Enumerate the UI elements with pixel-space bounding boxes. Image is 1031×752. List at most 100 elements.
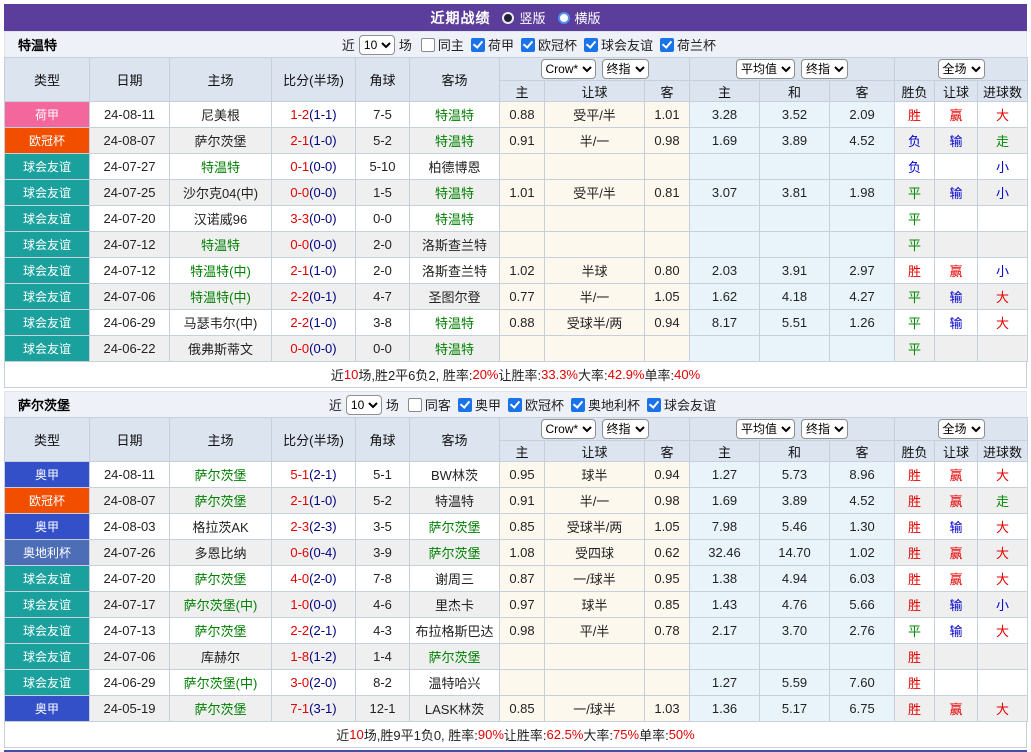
odds-home: 1.01 <box>500 180 545 206</box>
odds-home: 0.98 <box>500 618 545 644</box>
result-handicap: 赢 <box>935 540 978 566</box>
avg-draw: 3.52 <box>760 102 830 128</box>
avg-draw: 5.73 <box>760 462 830 488</box>
avg-source-select[interactable]: 平均值 <box>736 419 795 439</box>
home-team: 库赫尔 <box>170 644 272 670</box>
result-handicap <box>935 154 978 180</box>
home-team: 萨尔茨堡 <box>170 488 272 514</box>
avg-source-select[interactable]: 平均值 <box>736 59 795 79</box>
odds-source-select[interactable]: Crow* <box>541 59 596 79</box>
odds-handicap <box>545 154 645 180</box>
summary-segment: 大率: <box>583 725 613 744</box>
horizontal-radio-icon[interactable] <box>558 12 570 24</box>
odds-source-select[interactable]: 终指 <box>602 59 649 79</box>
league-checkbox[interactable] <box>647 398 661 412</box>
type-badge: 球会友谊 <box>5 566 90 592</box>
full-time-score: 2-3 <box>290 519 309 534</box>
avg-home: 1.38 <box>690 566 760 592</box>
avg-home <box>690 336 760 362</box>
odds-source-select[interactable]: Crow* <box>541 419 596 439</box>
odds-away: 0.94 <box>645 462 690 488</box>
odds-source-select[interactable]: 终指 <box>602 419 649 439</box>
home-team: 萨尔茨堡 <box>170 128 272 154</box>
result-wdl: 胜 <box>895 514 935 540</box>
odds-away: 0.85 <box>645 592 690 618</box>
league-checkbox[interactable] <box>584 38 598 52</box>
avg-home: 1.43 <box>690 592 760 618</box>
score: 2-1(1-0) <box>272 258 356 284</box>
odds-away: 0.94 <box>645 310 690 336</box>
full-time-score: 2-1 <box>290 133 309 148</box>
match-row: 球会友谊24-07-25沙尔克04(中)0-0(0-0)1-5特温特1.01受平… <box>5 180 1028 206</box>
result-wdl: 平 <box>895 310 935 336</box>
league-checkbox[interactable] <box>458 398 472 412</box>
scope-group: 全场 <box>895 418 1028 441</box>
league-label: 球会友谊 <box>664 395 716 414</box>
summary-segment: 20% <box>472 367 498 382</box>
same-venue-checkbox[interactable] <box>421 38 435 52</box>
sub-column-header: 让球 <box>935 81 978 102</box>
corners: 8-2 <box>356 670 410 696</box>
column-header: 主场 <box>170 418 272 462</box>
column-header: 日期 <box>90 418 170 462</box>
layout-option-horizontal[interactable]: 横版 <box>558 8 601 27</box>
avg-home: 1.69 <box>690 128 760 154</box>
avg-draw: 5.17 <box>760 696 830 722</box>
full-time-score: 0-0 <box>290 341 309 356</box>
away-team: 洛斯查兰特 <box>410 232 500 258</box>
recent-results-panel: 近期战绩 竖版 横版 特温特近10场同主荷甲欧冠杯球会友谊荷兰杯类型日期主场比分… <box>4 4 1027 752</box>
vertical-radio-icon[interactable] <box>502 12 514 24</box>
home-team: 萨尔茨堡(中) <box>170 592 272 618</box>
league-checkbox[interactable] <box>521 38 535 52</box>
full-time-score: 1-8 <box>290 649 309 664</box>
odds-handicap: 半球 <box>545 258 645 284</box>
filter-bar: 近10场同主荷甲欧冠杯球会友谊荷兰杯 <box>340 35 718 55</box>
avg-source-select[interactable]: 终指 <box>801 59 848 79</box>
avg-draw <box>760 154 830 180</box>
avg-home <box>690 232 760 258</box>
match-date: 24-07-26 <box>90 540 170 566</box>
full-time-score: 1-0 <box>290 597 309 612</box>
odds-handicap <box>545 644 645 670</box>
result-goals: 大 <box>978 102 1028 128</box>
same-venue-checkbox[interactable] <box>408 398 422 412</box>
league-checkbox[interactable] <box>508 398 522 412</box>
avg-home <box>690 206 760 232</box>
summary-segment: 75% <box>613 727 639 742</box>
corners: 12-1 <box>356 696 410 722</box>
corners: 2-0 <box>356 232 410 258</box>
odds-home <box>500 644 545 670</box>
odds-away <box>645 644 690 670</box>
match-row: 球会友谊24-06-29马瑟韦尔(中)2-2(1-0)3-8特温特0.88受球半… <box>5 310 1028 336</box>
avg-away: 6.03 <box>830 566 895 592</box>
scope-select[interactable]: 全场 <box>938 419 985 439</box>
match-date: 24-08-03 <box>90 514 170 540</box>
avg-source-select[interactable]: 终指 <box>801 419 848 439</box>
avg-home: 1.62 <box>690 284 760 310</box>
league-checkbox[interactable] <box>471 38 485 52</box>
type-badge: 奥甲 <box>5 462 90 488</box>
summary-segment: 单率: <box>639 725 669 744</box>
score: 1-8(1-2) <box>272 644 356 670</box>
avg-home: 1.27 <box>690 670 760 696</box>
avg-draw: 3.89 <box>760 128 830 154</box>
league-checkbox[interactable] <box>571 398 585 412</box>
corners: 3-8 <box>356 310 410 336</box>
odds-away <box>645 154 690 180</box>
half-time-score: (2-1) <box>309 623 336 638</box>
results-table: 类型日期主场比分(半场)角球客场Crow*终指平均值终指全场主让球客主和客胜负让… <box>4 417 1028 722</box>
layout-option-vertical[interactable]: 竖版 <box>502 8 545 27</box>
half-time-score: (1-2) <box>309 649 336 664</box>
away-team: 里杰卡 <box>410 592 500 618</box>
scope-select[interactable]: 全场 <box>938 59 985 79</box>
league-checkbox[interactable] <box>660 38 674 52</box>
match-row: 欧冠杯24-08-07萨尔茨堡2-1(1-0)5-2特温特0.91半/一0.98… <box>5 488 1028 514</box>
half-time-score: (0-0) <box>309 597 336 612</box>
match-row: 荷甲24-08-11尼美根1-2(1-1)7-5特温特0.88受平/半1.013… <box>5 102 1028 128</box>
recent-count-select[interactable]: 10 <box>346 395 382 415</box>
score: 2-2(1-0) <box>272 310 356 336</box>
recent-count-select[interactable]: 10 <box>359 35 395 55</box>
result-goals: 大 <box>978 696 1028 722</box>
match-row: 奥地利杯24-07-26多恩比纳0-6(0-4)3-9萨尔茨堡1.08受四球0.… <box>5 540 1028 566</box>
score: 4-0(2-0) <box>272 566 356 592</box>
